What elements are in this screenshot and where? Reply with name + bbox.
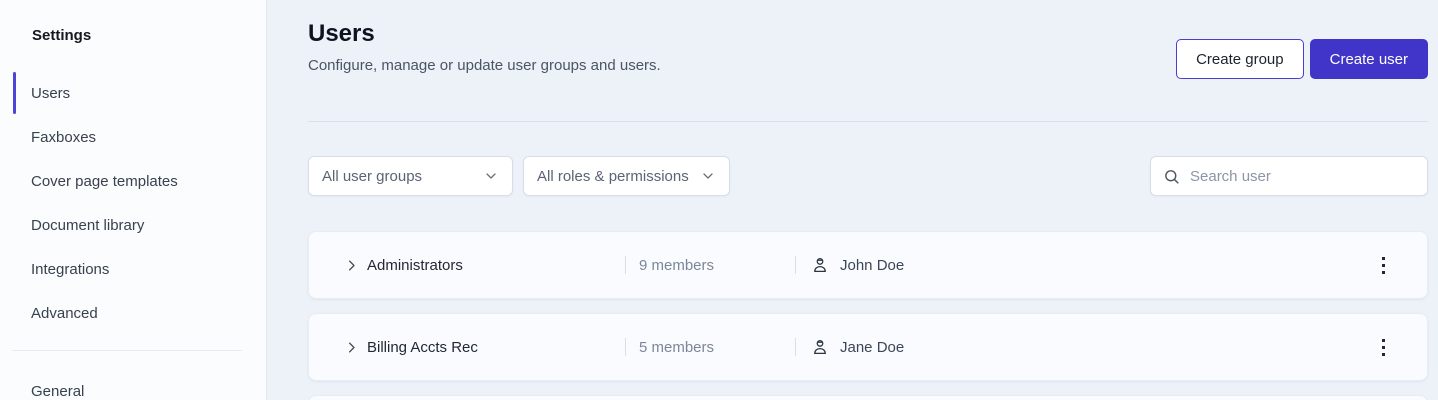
group-row-administrators[interactable]: Administrators 9 members John Doe bbox=[308, 231, 1428, 299]
search-icon bbox=[1163, 168, 1180, 185]
filter-bar: All user groups All roles & permissions bbox=[308, 156, 1428, 196]
page-title: Users bbox=[308, 20, 375, 47]
sidebar-item-label: General bbox=[31, 382, 85, 400]
group-owner-name: John Doe bbox=[840, 256, 905, 274]
chevron-right-icon[interactable] bbox=[343, 257, 359, 273]
sidebar-item-users[interactable]: Users bbox=[0, 71, 266, 115]
sidebar-item-label: Integrations bbox=[31, 260, 110, 278]
row-menu-kebab-icon[interactable] bbox=[1378, 335, 1389, 360]
group-name: Administrators bbox=[367, 256, 463, 274]
group-owner-name: Jane Doe bbox=[840, 338, 905, 356]
row-menu-kebab-icon[interactable] bbox=[1378, 253, 1389, 278]
roles-permissions-filter-dropdown[interactable]: All roles & permissions bbox=[523, 156, 730, 196]
sidebar-item-advanced[interactable]: Advanced bbox=[0, 291, 266, 335]
header-divider bbox=[308, 121, 1428, 122]
sidebar-item-label: Advanced bbox=[31, 304, 98, 322]
user-groups-filter-value: All user groups bbox=[322, 167, 423, 185]
page-header: Users Configure, manage or update user g… bbox=[308, 20, 1428, 79]
sidebar-item-faxboxes[interactable]: Faxboxes bbox=[0, 115, 266, 159]
chevron-down-icon bbox=[700, 168, 716, 184]
group-owner: John Doe bbox=[796, 256, 904, 274]
sidebar-item-label: Document library bbox=[31, 216, 145, 234]
chevron-right-icon[interactable] bbox=[343, 339, 359, 355]
create-user-button[interactable]: Create user bbox=[1309, 39, 1428, 79]
sidebar-item-document-library[interactable]: Document library bbox=[0, 203, 266, 247]
group-row-partial[interactable] bbox=[308, 395, 1428, 400]
sidebar-divider bbox=[12, 350, 242, 351]
roles-permissions-filter-value: All roles & permissions bbox=[537, 167, 689, 185]
sidebar-item-label: Cover page templates bbox=[31, 172, 178, 190]
group-row-billing-accts-rec[interactable]: Billing Accts Rec 5 members Jane Doe bbox=[308, 313, 1428, 381]
settings-sidebar: Settings Users Faxboxes Cover page templ… bbox=[0, 0, 267, 400]
settings-app: Settings Users Faxboxes Cover page templ… bbox=[0, 0, 1438, 400]
group-owner: Jane Doe bbox=[796, 338, 904, 356]
sidebar-item-label: Users bbox=[31, 84, 71, 102]
user-groups-filter-dropdown[interactable]: All user groups bbox=[308, 156, 513, 196]
group-member-count: 5 members bbox=[639, 338, 715, 356]
create-group-button[interactable]: Create group bbox=[1176, 39, 1304, 79]
sidebar-item-label: Faxboxes bbox=[31, 128, 97, 146]
sidebar-item-cover-page-templates[interactable]: Cover page templates bbox=[0, 159, 266, 203]
search-user-box bbox=[1150, 156, 1428, 196]
user-icon bbox=[811, 338, 829, 356]
user-group-list: Administrators 9 members John Doe Billin… bbox=[308, 231, 1428, 400]
sidebar-item-general[interactable]: General bbox=[0, 369, 266, 400]
sidebar-nav: Users Faxboxes Cover page templates Docu… bbox=[0, 71, 266, 400]
chevron-down-icon bbox=[483, 168, 499, 184]
header-actions: Create group Create user bbox=[1176, 39, 1428, 79]
sidebar-title: Settings bbox=[32, 27, 92, 44]
group-name: Billing Accts Rec bbox=[367, 338, 478, 356]
sidebar-item-integrations[interactable]: Integrations bbox=[0, 247, 266, 291]
group-member-count: 9 members bbox=[639, 256, 715, 274]
search-user-input[interactable] bbox=[1190, 167, 1415, 185]
users-page: Users Configure, manage or update user g… bbox=[267, 0, 1438, 400]
page-subtitle: Configure, manage or update user groups … bbox=[308, 57, 661, 74]
user-icon bbox=[811, 256, 829, 274]
